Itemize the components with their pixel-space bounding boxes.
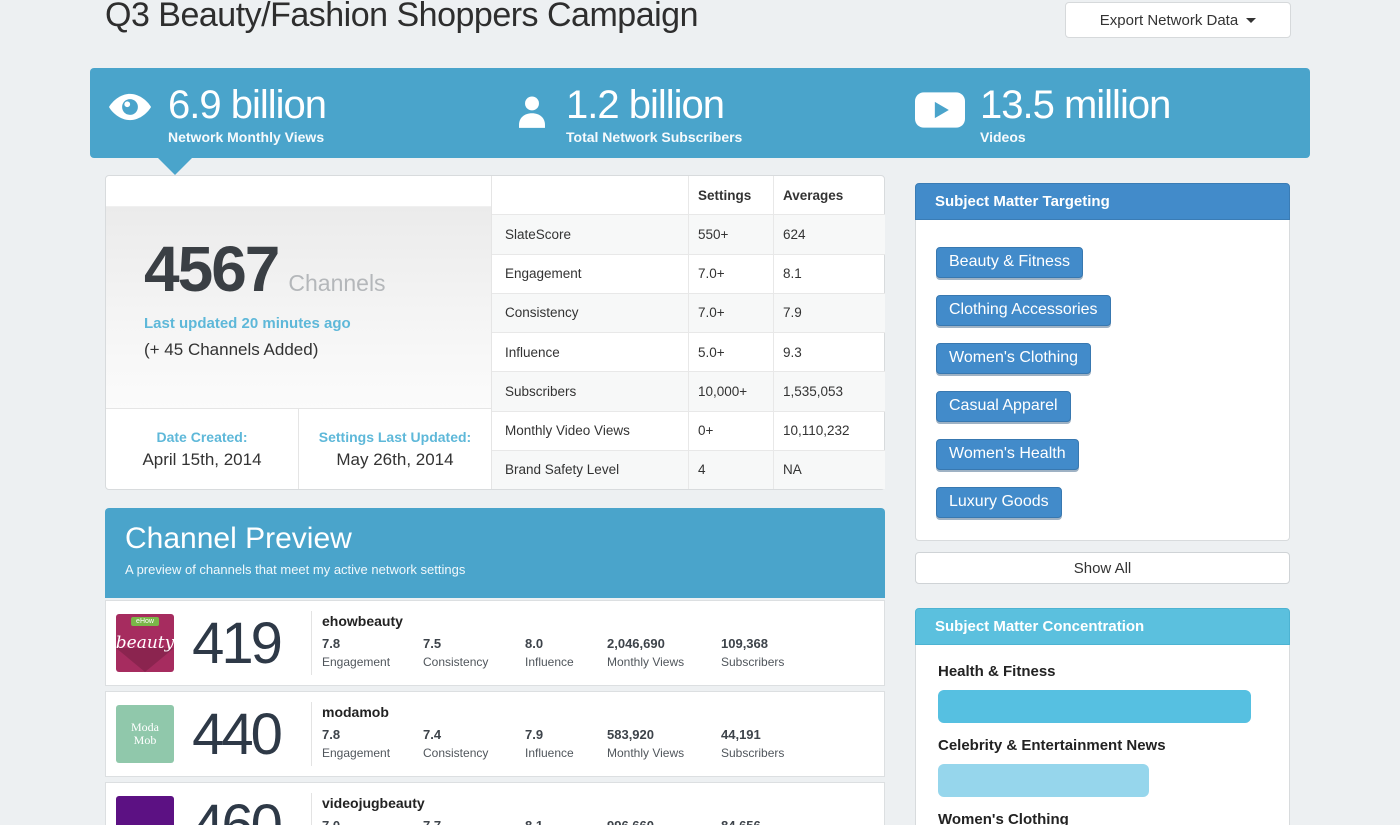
- metric-monthly-views: 2,046,690 Monthly Views: [607, 636, 684, 669]
- channel-name[interactable]: ehowbeauty: [322, 613, 403, 629]
- channel-name[interactable]: videojugbeauty: [322, 795, 425, 811]
- eye-icon: [107, 92, 153, 127]
- settings-table-header: Settings Averages: [492, 176, 885, 215]
- table-row-engagement: Engagement 7.0+ 8.1: [492, 255, 885, 294]
- settings-table: Settings Averages SlateScore 550+ 624 En…: [491, 176, 885, 489]
- column-header-averages: Averages: [773, 176, 885, 214]
- tag-womens-clothing[interactable]: Women's Clothing: [936, 343, 1091, 374]
- stat-value: 13.5 million: [980, 83, 1170, 127]
- date-created-label: Date Created:: [156, 429, 247, 445]
- table-row-influence: Influence 5.0+ 9.3: [492, 333, 885, 372]
- network-summary-card: 4567 Channels Last updated 20 minutes ag…: [105, 175, 885, 490]
- bar-label-celebrity-entertainment-news: Celebrity & Entertainment News: [938, 737, 1267, 754]
- table-row-slatescore: SlateScore 550+ 624: [492, 215, 885, 254]
- export-button-label: Export Network Data: [1100, 12, 1238, 29]
- bar-label-womens-clothing: Women's Clothing: [938, 811, 1267, 825]
- person-icon: [513, 92, 551, 137]
- summary-top-strip: [106, 176, 491, 207]
- date-cells: Date Created: April 15th, 2014 Settings …: [106, 408, 491, 489]
- date-created-value: April 15th, 2014: [142, 450, 261, 470]
- tag-beauty-fitness[interactable]: Beauty & Fitness: [936, 247, 1083, 278]
- stat-label: Total Network Subscribers: [566, 129, 742, 145]
- settings-updated-value: May 26th, 2014: [336, 450, 453, 470]
- channel-count-area: 4567 Channels Last updated 20 minutes ag…: [106, 207, 491, 410]
- channel-row-videojugbeauty[interactable]: 460 videojugbeauty 7.0 Engagement 7.7 Co…: [105, 782, 885, 825]
- subject-matter-concentration-panel: Subject Matter Concentration Health & Fi…: [915, 608, 1290, 825]
- subject-matter-targeting-header: Subject Matter Targeting: [915, 183, 1290, 220]
- table-row-monthly-video-views: Monthly Video Views 0+ 10,110,232: [492, 412, 885, 451]
- subject-matter-targeting-panel: Subject Matter Targeting Beauty & Fitnes…: [915, 183, 1290, 541]
- channel-slatescore: 419: [176, 601, 296, 687]
- stat-value: 6.9 billion: [168, 83, 326, 127]
- metric-engagement: 7.0 Engagement: [322, 818, 390, 825]
- stat-label: Videos: [980, 129, 1170, 145]
- divider: [311, 702, 312, 766]
- channel-count-section: 4567 Channels Last updated 20 minutes ag…: [106, 176, 491, 489]
- channel-row-ehowbeauty[interactable]: eHow beauty 419 ehowbeauty 7.8 Engagemen…: [105, 600, 885, 686]
- tag-clothing-accessories[interactable]: Clothing Accessories: [936, 295, 1111, 326]
- metric-monthly-views: 583,920 Monthly Views: [607, 727, 684, 760]
- bar-celebrity-entertainment-news: [938, 764, 1149, 797]
- bar-label-health-fitness: Health & Fitness: [938, 663, 1267, 680]
- tag-luxury-goods[interactable]: Luxury Goods: [936, 487, 1062, 518]
- table-row-brand-safety-level: Brand Safety Level 4 NA: [492, 451, 885, 489]
- stat-label: Network Monthly Views: [168, 129, 326, 145]
- caret-down-icon: [1246, 18, 1256, 23]
- concentration-bars: Health & Fitness Celebrity & Entertainme…: [915, 645, 1290, 825]
- settings-updated-cell: Settings Last Updated: May 26th, 2014: [298, 409, 491, 489]
- divider: [311, 611, 312, 675]
- metric-monthly-views: 996,660 Monthly Views: [607, 818, 684, 825]
- channel-thumbnail: eHow beauty: [116, 614, 174, 672]
- stat-total-network-subscribers: 1.2 billion Total Network Subscribers: [513, 83, 742, 145]
- table-row-subscribers: Subscribers 10,000+ 1,535,053: [492, 372, 885, 411]
- metric-influence: 7.9 Influence: [525, 727, 574, 760]
- channel-name[interactable]: modamob: [322, 704, 389, 720]
- metric-engagement: 7.8 Engagement: [322, 727, 390, 760]
- channel-preview-header: Channel Preview A preview of channels th…: [105, 508, 885, 598]
- channel-preview-subtitle: A preview of channels that meet my activ…: [125, 562, 885, 577]
- subject-matter-concentration-header: Subject Matter Concentration: [915, 608, 1290, 645]
- tag-womens-health[interactable]: Women's Health: [936, 439, 1079, 470]
- stats-banner: 6.9 billion Network Monthly Views 1.2 bi…: [90, 68, 1310, 158]
- metric-influence: 8.1 Influence: [525, 818, 574, 825]
- metric-subscribers: 109,368 Subscribers: [721, 636, 784, 669]
- settings-updated-label: Settings Last Updated:: [319, 429, 471, 445]
- banner-pointer-notch: [158, 158, 192, 175]
- table-row-consistency: Consistency 7.0+ 7.9: [492, 294, 885, 333]
- divider: [311, 793, 312, 825]
- metric-subscribers: 44,191 Subscribers: [721, 727, 784, 760]
- show-all-button[interactable]: Show All: [915, 552, 1290, 584]
- video-play-icon: [915, 92, 965, 133]
- thumbnail-label: Moda Mob: [127, 721, 163, 747]
- channel-row-modamob[interactable]: Moda Mob 440 modamob 7.8 Engagement 7.4 …: [105, 691, 885, 777]
- column-header-settings: Settings: [688, 176, 773, 214]
- tag-casual-apparel[interactable]: Casual Apparel: [936, 391, 1071, 422]
- export-network-data-button[interactable]: Export Network Data: [1065, 2, 1291, 38]
- channel-slatescore: 440: [176, 692, 296, 778]
- stat-videos: 13.5 million Videos: [915, 83, 1170, 145]
- channel-thumbnail: [116, 796, 174, 825]
- campaign-dashboard: Q3 Beauty/Fashion Shoppers Campaign Expo…: [0, 0, 1400, 825]
- metric-engagement: 7.8 Engagement: [322, 636, 390, 669]
- channels-added-text: (+ 45 Channels Added): [144, 340, 491, 360]
- metric-consistency: 7.4 Consistency: [423, 727, 488, 760]
- bar-health-fitness: [938, 690, 1251, 723]
- thumbnail-label: beauty: [116, 633, 174, 653]
- thumbnail-badge: eHow: [131, 617, 159, 626]
- page-title: Q3 Beauty/Fashion Shoppers Campaign: [105, 0, 698, 35]
- channel-count-unit: Channels: [288, 270, 385, 297]
- date-created-cell: Date Created: April 15th, 2014: [106, 409, 298, 489]
- stat-network-monthly-views: 6.9 billion Network Monthly Views: [107, 83, 326, 145]
- metric-subscribers: 84,656 Subscribers: [721, 818, 784, 825]
- last-updated-text: Last updated 20 minutes ago: [144, 315, 491, 332]
- stat-value: 1.2 billion: [566, 83, 742, 127]
- metric-influence: 8.0 Influence: [525, 636, 574, 669]
- channel-thumbnail: Moda Mob: [116, 705, 174, 763]
- metric-consistency: 7.5 Consistency: [423, 636, 488, 669]
- targeting-tags-list: Beauty & Fitness Clothing Accessories Wo…: [915, 220, 1290, 541]
- channel-slatescore: 460: [176, 783, 296, 825]
- channel-preview-title: Channel Preview: [125, 522, 885, 556]
- metric-consistency: 7.7 Consistency: [423, 818, 488, 825]
- channel-count: 4567: [144, 237, 278, 301]
